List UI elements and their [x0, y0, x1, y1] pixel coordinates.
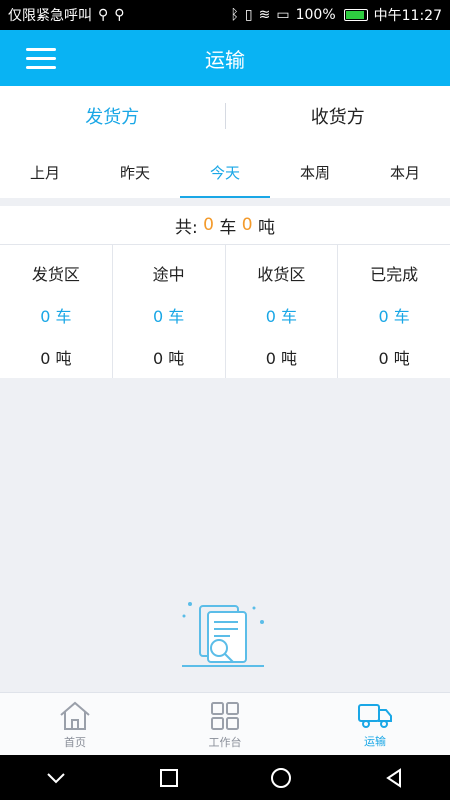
stat-cars: 0 车: [265, 306, 298, 326]
tab-receiver[interactable]: 收货方: [226, 86, 450, 146]
tab-last-month[interactable]: 上月: [0, 146, 90, 198]
battery-percent: 100%: [295, 7, 336, 23]
back-button[interactable]: [364, 755, 424, 800]
wifi-icon: ≋: [258, 7, 271, 23]
nav-transport[interactable]: 运输: [300, 693, 450, 756]
stat-completed[interactable]: 已完成 0 车 0 吨: [338, 245, 450, 378]
nav-workbench-label: 工作台: [208, 735, 242, 749]
nav-workbench[interactable]: 工作台: [150, 693, 300, 756]
stat-cars: 0 车: [152, 306, 185, 326]
stat-title: 收货区: [257, 264, 306, 284]
stat-tons: 0 吨: [378, 348, 410, 368]
nav-home[interactable]: 首页: [0, 693, 150, 756]
summary-line: 共: 0 车 0 吨: [0, 206, 450, 244]
vibrate-icon: ▯: [244, 7, 253, 23]
grid-icon: [211, 701, 239, 730]
tab-this-week[interactable]: 本周: [270, 146, 360, 198]
usb-icon: ⚲: [98, 7, 109, 23]
home-icon: [60, 701, 90, 730]
screen: 仅限紧急呼叫 ⚲ ⚲ ᛒ ▯ ≋ ▭ 100% 中午11:27 运输 发货方 收…: [0, 0, 450, 800]
square-icon: [159, 768, 178, 787]
stat-tons: 0 吨: [40, 348, 72, 368]
usb-icon-2: ⚲: [114, 7, 125, 23]
summary-prefix: 共:: [174, 217, 198, 238]
role-tabs: 发货方 收货方: [0, 86, 450, 147]
stats-grid: 发货区 0 车 0 吨 途中 0 车 0 吨 收货区 0 车 0 吨 已完成 0…: [0, 244, 450, 378]
stat-receiving-area[interactable]: 收货区 0 车 0 吨: [226, 245, 339, 378]
menu-icon-line: [26, 57, 56, 60]
system-nav-bar: [0, 755, 450, 800]
carrier-text: 仅限紧急呼叫: [8, 8, 92, 24]
period-tabs: 上月 昨天 今天 本周 本月: [0, 146, 450, 198]
tab-yesterday[interactable]: 昨天: [90, 146, 180, 198]
summary-ton-unit: 吨: [258, 217, 275, 238]
collapse-button[interactable]: [26, 755, 86, 800]
stat-tons: 0 吨: [265, 348, 298, 368]
truck-icon: [358, 703, 392, 728]
back-triangle-icon: [385, 767, 401, 788]
chevron-down-icon: [47, 772, 65, 783]
sim-icon: ▭: [276, 7, 290, 23]
stat-tons: 0 吨: [152, 348, 185, 368]
tab-this-month[interactable]: 本月: [360, 146, 450, 198]
recents-button[interactable]: [139, 755, 199, 800]
stat-cars: 0 车: [40, 306, 72, 326]
stat-title: 途中: [152, 264, 185, 284]
summary-car-unit: 车: [219, 217, 237, 238]
bluetooth-icon: ᛒ: [230, 7, 239, 23]
stat-cars: 0 车: [378, 306, 410, 326]
summary-car-count: 0: [203, 215, 214, 235]
empty-document-search-icon: [182, 602, 264, 667]
tab-today[interactable]: 今天: [180, 146, 270, 198]
clock: 中午11:27: [373, 8, 442, 24]
tab-shipper[interactable]: 发货方: [0, 86, 225, 146]
battery-icon: [343, 9, 368, 21]
stat-in-transit[interactable]: 途中 0 车 0 吨: [113, 245, 226, 378]
nav-home-label: 首页: [64, 735, 86, 749]
status-bar: 仅限紧急呼叫 ⚲ ⚲ ᛒ ▯ ≋ ▭ 100% 中午11:27: [0, 0, 450, 30]
home-button[interactable]: [251, 755, 311, 800]
stat-title: 已完成: [370, 264, 419, 284]
nav-transport-label: 运输: [364, 734, 386, 748]
stat-shipping-area[interactable]: 发货区 0 车 0 吨: [0, 245, 113, 378]
menu-icon-line: [26, 66, 56, 69]
menu-button[interactable]: [26, 48, 56, 70]
circle-icon: [271, 767, 292, 788]
app-header: 运输: [0, 30, 450, 86]
summary-ton-count: 0: [241, 215, 253, 235]
page-title: 运输: [205, 47, 245, 72]
bottom-nav: 首页 工作台 运输: [0, 692, 450, 756]
menu-icon-line: [26, 48, 56, 51]
stat-title: 发货区: [31, 264, 80, 284]
